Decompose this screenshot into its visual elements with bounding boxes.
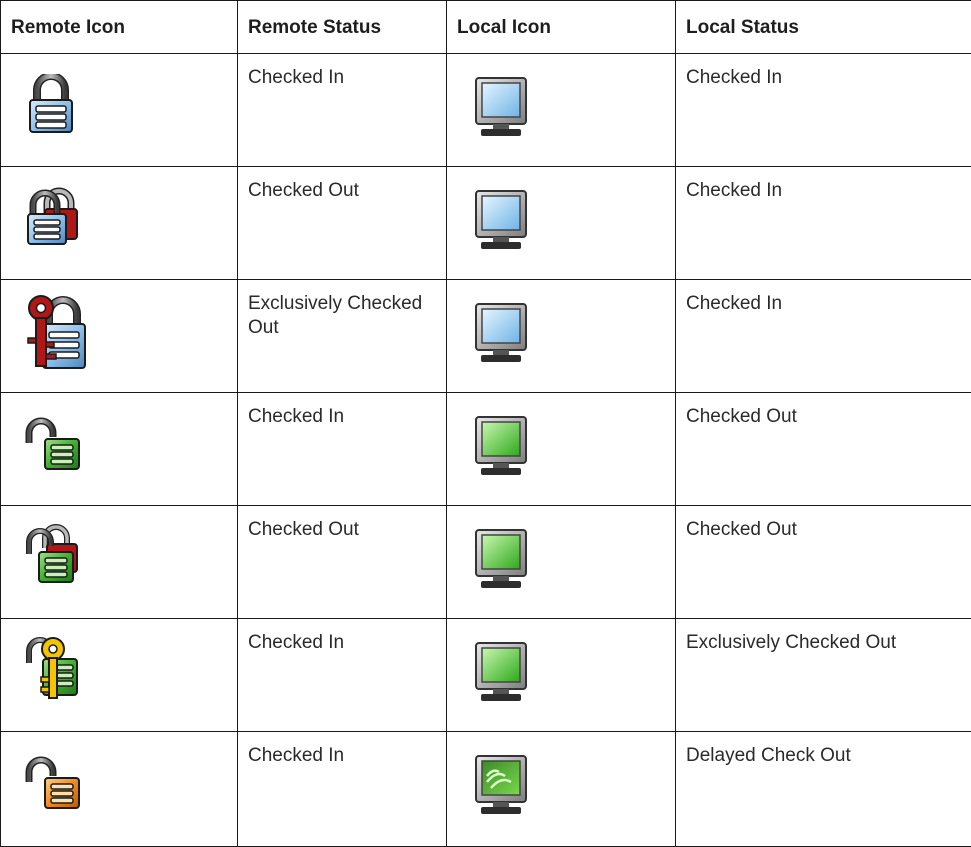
remote-icon-cell — [1, 506, 238, 619]
remote-status: Checked In — [238, 393, 447, 506]
local-status: Checked In — [676, 167, 971, 280]
header-local-status: Local Status — [676, 1, 971, 54]
local-icon-cell — [447, 280, 676, 393]
local-icon-cell — [447, 506, 676, 619]
header-row: Remote Icon Remote Status Local Icon Loc… — [1, 1, 971, 54]
local-status: Checked In — [676, 54, 971, 167]
header-remote-status: Remote Status — [238, 1, 447, 54]
local-icon-cell — [447, 619, 676, 732]
table-row: Exclusively Checked Out Checked In — [1, 280, 971, 393]
local-icon-cell — [447, 732, 676, 847]
orange-open-padlock-icon — [23, 756, 83, 812]
green-padlock-red-lock-icon — [23, 524, 85, 586]
table-row: Checked In — [1, 54, 971, 167]
header-remote-icon: Remote Icon — [1, 1, 238, 54]
remote-icon-cell — [1, 732, 238, 847]
green-screen-monitor-icon — [473, 528, 529, 590]
local-status: Checked Out — [676, 506, 971, 619]
local-status: Delayed Check Out — [676, 732, 971, 847]
table-row: Checked In Chec — [1, 393, 971, 506]
status-table: Remote Icon Remote Status Local Icon Loc… — [0, 0, 971, 847]
remote-icon-cell — [1, 280, 238, 393]
remote-status: Checked Out — [238, 506, 447, 619]
local-status: Checked In — [676, 280, 971, 393]
green-padlock-yellow-key-icon — [23, 633, 85, 701]
blue-screen-monitor-icon — [473, 189, 529, 251]
remote-status: Exclusively Checked Out — [238, 280, 447, 393]
remote-icon-cell — [1, 619, 238, 732]
remote-status: Checked In — [238, 732, 447, 847]
local-status: Exclusively Checked Out — [676, 619, 971, 732]
blue-padlock-red-lock-icon — [23, 187, 83, 247]
green-open-padlock-icon — [23, 417, 83, 473]
blue-screen-monitor-icon — [473, 302, 529, 364]
table-row: Checked In Exclusively Checked Out — [1, 619, 971, 732]
remote-status: Checked Out — [238, 167, 447, 280]
table-row: Checked Out Checked Out — [1, 506, 971, 619]
remote-status: Checked In — [238, 54, 447, 167]
green-screen-monitor-icon — [473, 415, 529, 477]
green-screen-monitor-icon — [473, 641, 529, 703]
table-row: Checked Out Checked In — [1, 167, 971, 280]
local-icon-cell — [447, 54, 676, 167]
remote-icon-cell — [1, 54, 238, 167]
header-local-icon: Local Icon — [447, 1, 676, 54]
local-icon-cell — [447, 167, 676, 280]
blue-closed-padlock-icon — [23, 74, 79, 134]
remote-status: Checked In — [238, 619, 447, 732]
table-row: Checked In — [1, 732, 971, 847]
remote-icon-cell — [1, 167, 238, 280]
green-wave-monitor-icon — [473, 754, 529, 816]
blue-padlock-red-key-icon — [19, 292, 89, 372]
local-status: Checked Out — [676, 393, 971, 506]
remote-icon-cell — [1, 393, 238, 506]
local-icon-cell — [447, 393, 676, 506]
blue-screen-monitor-icon — [473, 76, 529, 138]
